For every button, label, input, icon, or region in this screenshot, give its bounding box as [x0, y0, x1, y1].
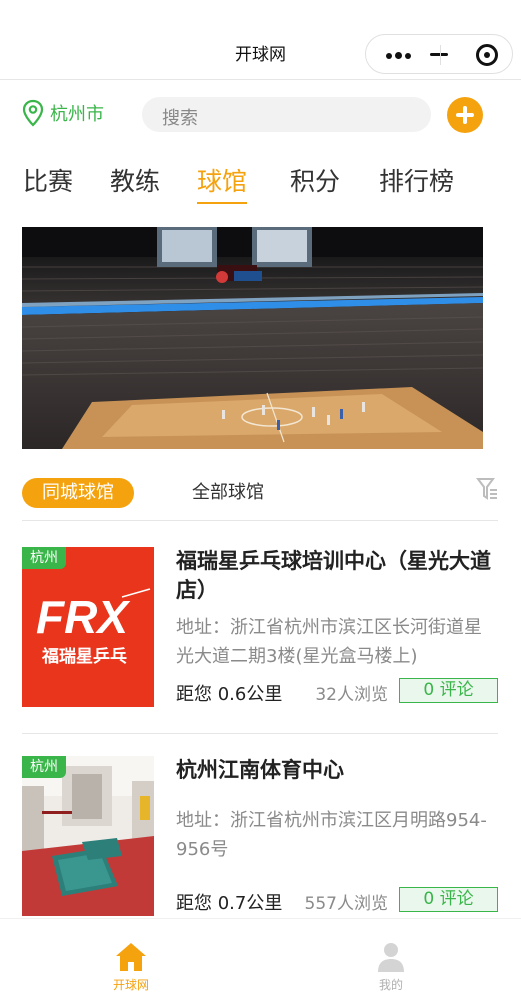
- city-tag: 杭州: [22, 547, 66, 569]
- venue-views: 32人浏览: [315, 685, 388, 705]
- bottom-tab-bar: 开球网 我的: [0, 918, 521, 1001]
- location-selector[interactable]: 杭州市: [22, 98, 104, 128]
- venue-meta: 距您 0.6公里 32人浏览 0 评论: [176, 678, 498, 706]
- add-button[interactable]: [447, 97, 483, 133]
- more-icon[interactable]: [380, 52, 428, 59]
- venue-thumbnail: 杭州: [22, 756, 154, 916]
- tab-rankings[interactable]: 排行榜: [379, 162, 454, 202]
- category-tabs: 比赛 教练 球馆 积分 排行榜: [0, 162, 521, 206]
- mini-program-capsule: [365, 34, 513, 74]
- venue-distance: 距您 0.6公里: [176, 684, 283, 705]
- tabbar-label: 开球网: [112, 978, 149, 992]
- venue-views: 557人浏览: [304, 894, 388, 914]
- close-icon[interactable]: [476, 44, 498, 66]
- venue-name[interactable]: 福瑞星乒乓球培训中心（星光大道店）: [176, 547, 498, 605]
- comments-badge[interactable]: 0 评论: [399, 887, 498, 912]
- venue-card[interactable]: 杭州 杭州江南体育中心 地址：浙江省杭州市滨江区月明路954-956号 距您 0…: [22, 756, 498, 916]
- city-tag: 杭州: [22, 756, 66, 778]
- frx-logo: FRX 福瑞星乒乓: [36, 588, 151, 667]
- arena-photo: [22, 227, 483, 449]
- logo-subtext: 福瑞星乒乓: [41, 646, 127, 667]
- venue-card[interactable]: FRX 福瑞星乒乓 杭州 福瑞星乒乓球培训中心（星光大道店） 地址：浙江省杭州市…: [22, 547, 498, 717]
- capsule-divider: [440, 45, 441, 65]
- venue-address: 地址：浙江省杭州市滨江区月明路954-956号: [176, 810, 487, 860]
- filter-icon[interactable]: [476, 476, 498, 502]
- tab-venues[interactable]: 球馆: [197, 162, 248, 204]
- banner-image[interactable]: [22, 227, 483, 449]
- training-hall-photo: [22, 756, 154, 916]
- tabbar-item-me[interactable]: 我的: [351, 941, 431, 993]
- tab-matches[interactable]: 比赛: [23, 162, 73, 202]
- navigation-bar: 开球网: [0, 0, 521, 80]
- venue-name[interactable]: 杭州江南体育中心: [176, 756, 498, 785]
- tab-points[interactable]: 积分: [290, 162, 340, 202]
- search-placeholder: 搜索: [162, 108, 198, 129]
- divider: [22, 520, 498, 521]
- minimize-icon[interactable]: [430, 53, 448, 56]
- venue-distance: 距您 0.7公里: [176, 893, 283, 914]
- location-pin-icon: [22, 99, 44, 127]
- filter-local-venues[interactable]: 同城球馆: [22, 478, 134, 508]
- venue-meta: 距您 0.7公里 557人浏览 0 评论: [176, 887, 498, 915]
- venue-filter-row: 同城球馆 全部球馆: [22, 476, 498, 510]
- home-icon: [116, 943, 146, 971]
- venue-thumbnail: FRX 福瑞星乒乓 杭州: [22, 547, 154, 707]
- venue-address: 地址：浙江省杭州市滨江区长河街道星光大道二期3楼(星光盒马楼上): [176, 617, 482, 667]
- tabbar-item-home[interactable]: 开球网: [91, 941, 171, 993]
- divider: [22, 733, 498, 734]
- location-label: 杭州市: [50, 104, 104, 125]
- logo-text: FRX: [36, 591, 130, 643]
- search-input[interactable]: 搜索: [142, 97, 431, 132]
- user-icon: [378, 943, 404, 972]
- filter-all-venues[interactable]: 全部球馆: [170, 478, 286, 508]
- comments-badge[interactable]: 0 评论: [399, 678, 498, 703]
- tabbar-label: 我的: [378, 978, 403, 992]
- tab-coaches[interactable]: 教练: [110, 162, 160, 202]
